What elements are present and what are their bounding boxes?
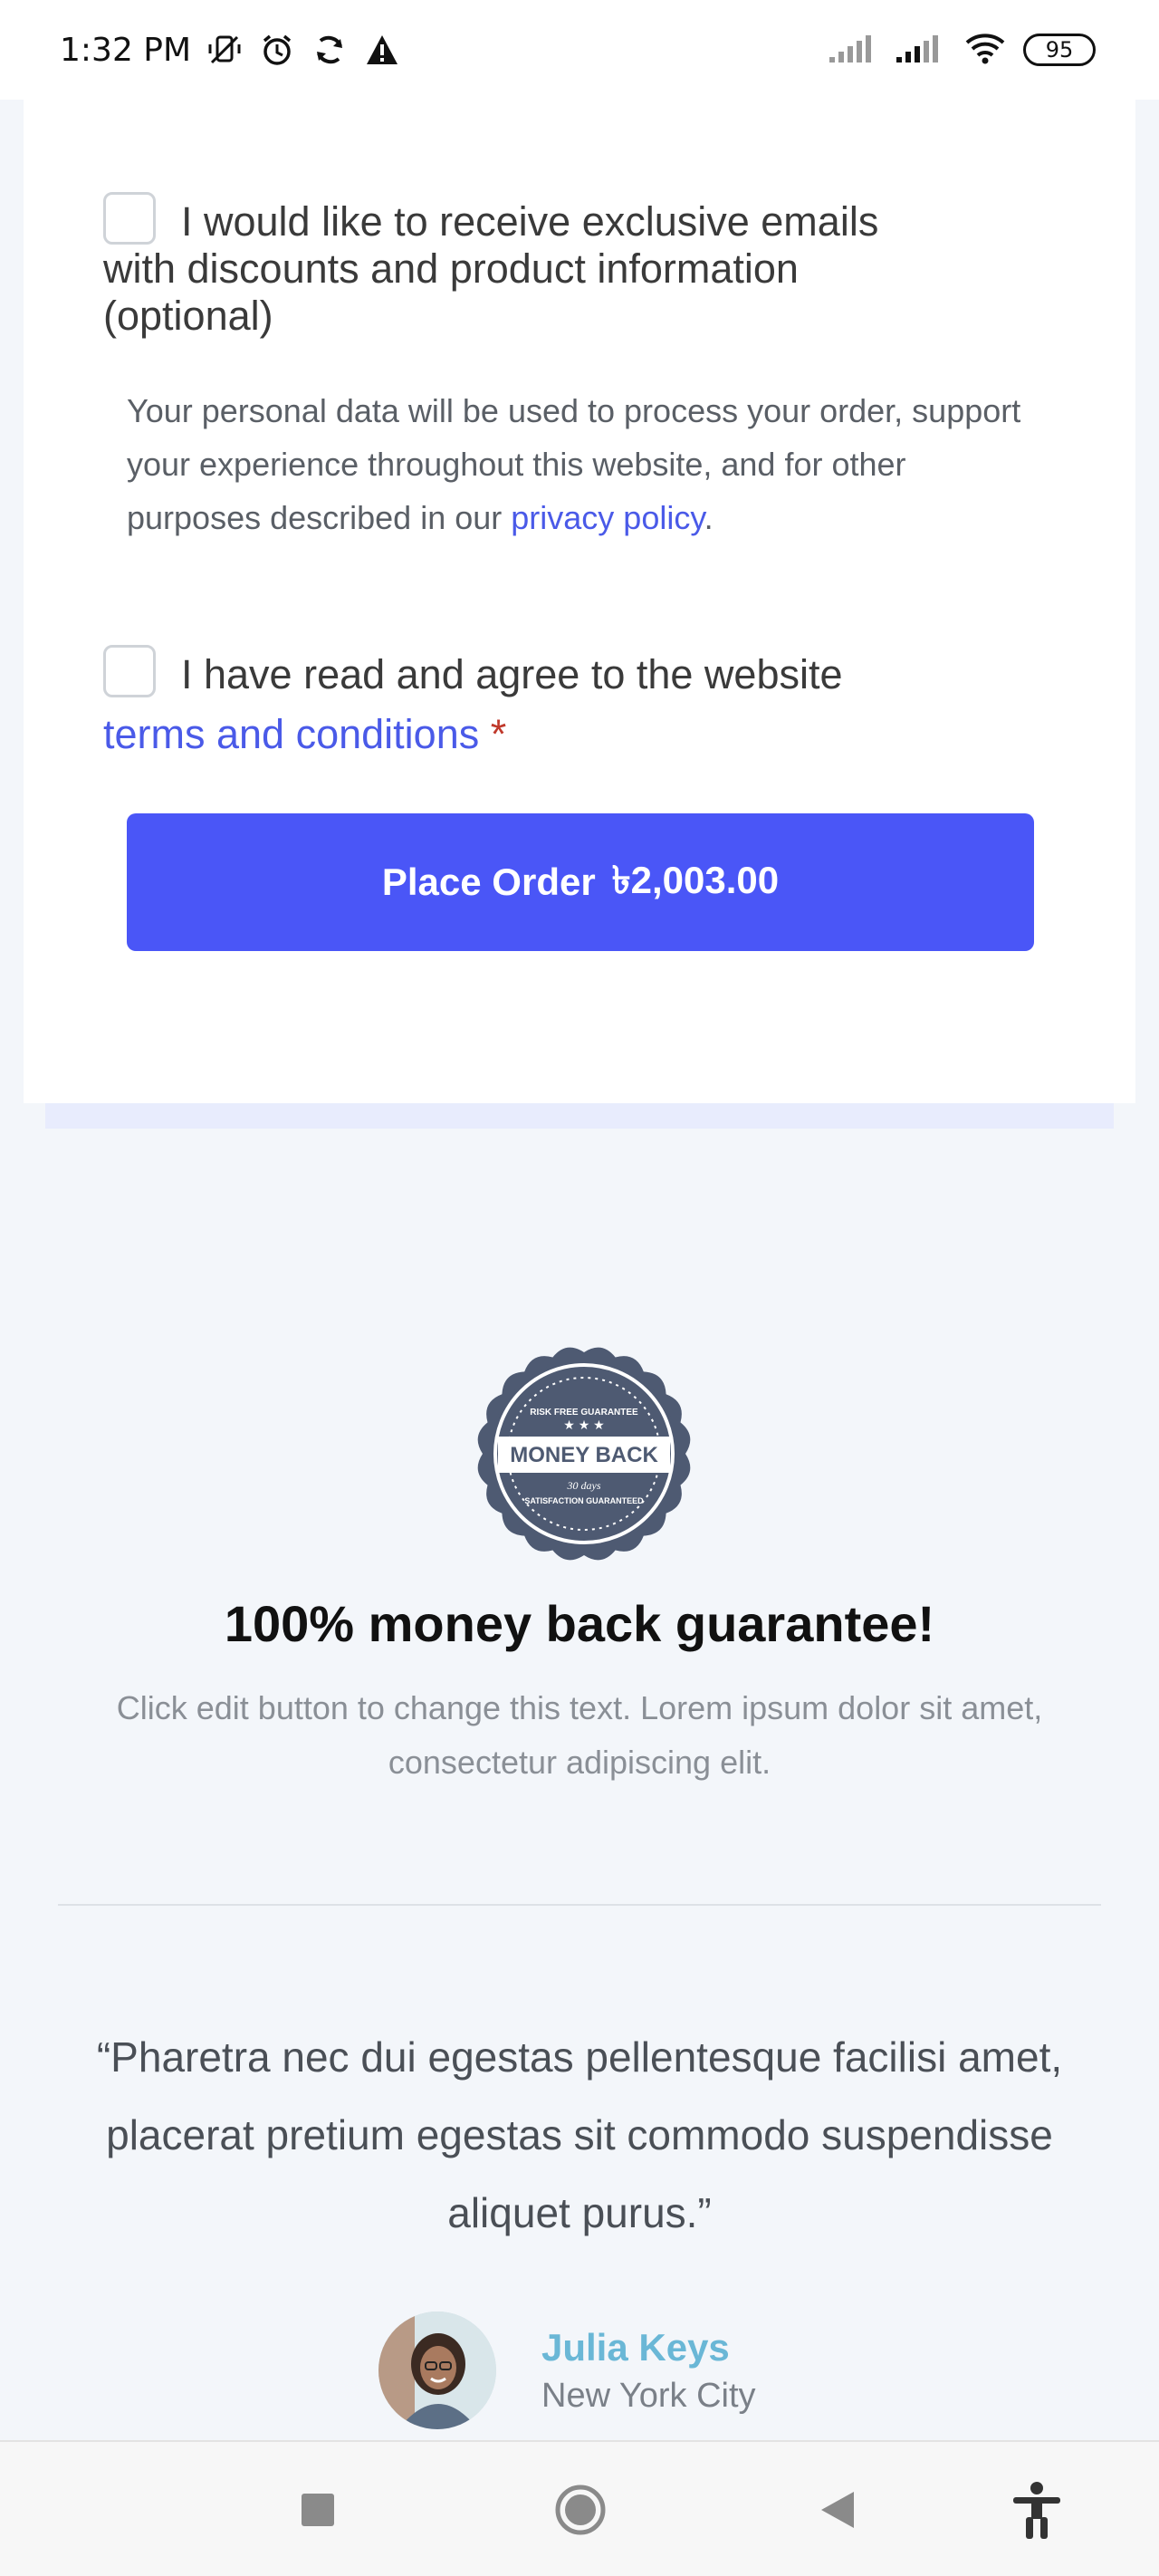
testimonial-quote: “Pharetra nec dui egestas pellentesque f… [96,2033,1063,2236]
status-left: 1:32 PM [60,31,401,69]
terms-prefix: I have read and agree to the website [181,651,843,697]
badge-days: 30 days [567,1479,601,1492]
author-name: Julia Keys [541,2325,730,2369]
sync-icon [311,31,349,69]
card-bottom-strip [45,1103,1114,1129]
emails-opt-in: I would like to receive exclusive emails… [103,192,918,340]
battery-icon: 95 [1023,34,1096,66]
badge-title: MONEY BACK [510,1443,658,1467]
guarantee-description: Click edit button to change this text. L… [116,1689,1043,1781]
accessibility-icon [1013,2482,1060,2539]
section-divider [58,1904,1101,1906]
status-bar: 1:32 PM 95 [0,0,1159,100]
required-mark: * [490,711,507,757]
avatar [378,2312,496,2429]
mute-vibrate-icon [206,31,244,69]
terms-agreement: I have read and agree to the website ter… [103,645,918,764]
recents-button[interactable] [286,2478,350,2542]
emails-opt-in-checkbox[interactable] [103,192,156,245]
testimonial-author: Julia Keys New York City [378,2312,756,2429]
place-order-label: Place Order [381,860,596,903]
privacy-policy-link[interactable]: privacy policy [511,499,704,536]
circle-icon [555,2485,606,2535]
privacy-notice: Your personal data will be used to proce… [127,384,1041,544]
status-time: 1:32 PM [60,31,192,69]
status-right: 95 [829,30,1096,71]
back-triangle-icon [821,2492,854,2528]
terms-checkbox[interactable] [103,645,156,697]
badge-bottom-text: SATISFACTION GUARANTEED [524,1496,644,1505]
signal-icon [896,32,947,69]
author-info: Julia Keys New York City [541,2326,756,2416]
home-button[interactable] [549,2478,612,2542]
emails-opt-in-label: I would like to receive exclusive emails… [103,198,879,339]
square-icon [302,2494,334,2526]
signal-icon [829,32,880,69]
back-button[interactable] [806,2478,869,2542]
terms-link[interactable]: terms and conditions [103,711,479,757]
system-nav-bar [0,2440,1159,2576]
guarantee-title: 100% money back guarantee! [224,1595,935,1652]
warning-icon [363,31,401,69]
wifi-icon [963,30,1007,71]
author-city: New York City [541,2376,756,2415]
place-order-button[interactable]: Place Order ৳2,003.00 [127,813,1034,951]
badge-top-text: RISK FREE GUARANTEE [530,1408,638,1418]
svg-text:★ ★ ★: ★ ★ ★ [563,1418,604,1432]
alarm-icon [258,31,296,69]
money-back-badge-icon: MONEY BACK RISK FREE GUARANTEE ★ ★ ★ 30 … [477,1347,691,1561]
accessibility-button[interactable] [1005,2478,1068,2542]
privacy-notice-end: . [704,499,714,536]
place-order-total: ৳2,003.00 [611,858,780,901]
